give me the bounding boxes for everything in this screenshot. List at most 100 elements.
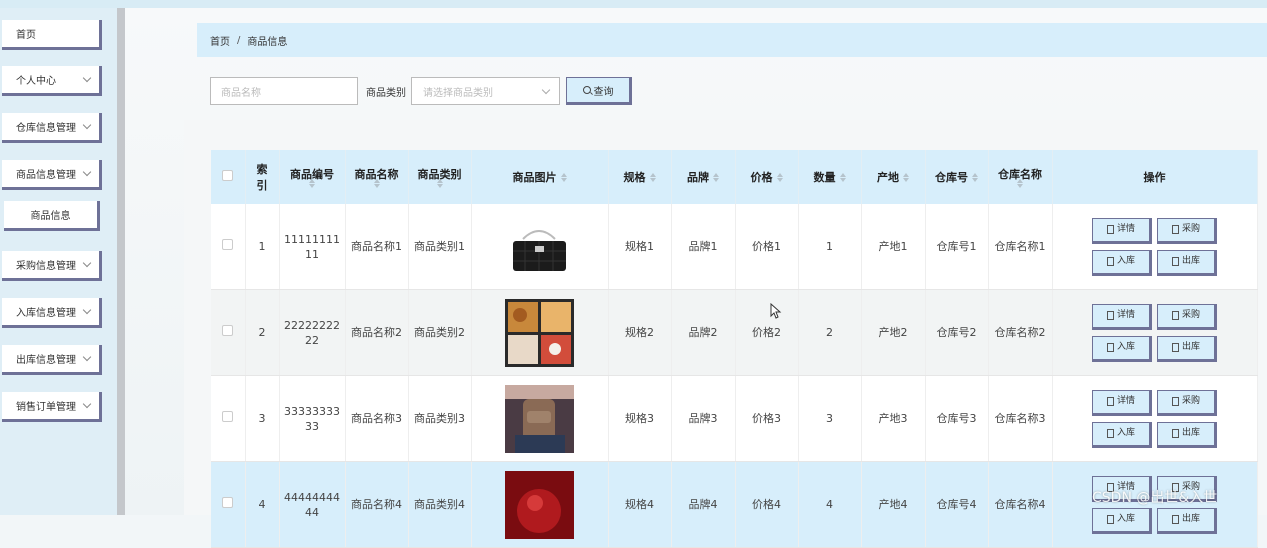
- sidebar: 首页个人中心仓库信息管理 商品信息管理商品信息采购信息管理入库信息管理 出库信息管理…: [0, 8, 117, 515]
- product-image[interactable]: [505, 298, 574, 367]
- product-price: 价格1: [735, 204, 799, 290]
- product-origin: 产地3: [861, 375, 926, 462]
- document-icon: [1171, 429, 1179, 438]
- header-spec-label: 规格: [623, 171, 646, 184]
- sidebar-item[interactable]: 出库信息管理: [2, 345, 102, 375]
- document-icon: [1106, 225, 1114, 234]
- sidebar-item[interactable]: 销售订单管理: [2, 392, 102, 422]
- category-select[interactable]: 请选择商品类别: [411, 77, 560, 105]
- query-button-label: 查询: [593, 86, 614, 98]
- header-qty[interactable]: 数量: [798, 150, 862, 204]
- header-image[interactable]: 商品图片: [471, 150, 609, 204]
- row-checkbox[interactable]: [222, 325, 234, 336]
- warehouse-name-value: 仓库名称1: [994, 240, 1046, 253]
- stock-out-button[interactable]: 出库: [1157, 335, 1217, 362]
- purchase-button[interactable]: 采购: [1157, 389, 1217, 416]
- row-index-value: 3: [258, 412, 266, 425]
- sidebar-item[interactable]: 采购信息管理: [2, 251, 102, 281]
- stock-in-button[interactable]: 入库: [1092, 421, 1152, 448]
- product-qty: 4: [798, 461, 862, 548]
- product-spec: 规格3: [608, 375, 672, 462]
- stock-out-button[interactable]: 出库: [1157, 421, 1217, 448]
- breadcrumb-home[interactable]: 首页: [210, 33, 230, 48]
- detail-button[interactable]: 详情: [1092, 217, 1152, 244]
- sort-icon[interactable]: [649, 173, 656, 182]
- row-select-cell[interactable]: [211, 375, 246, 462]
- purchase-button[interactable]: 采购: [1157, 217, 1217, 244]
- product-qty: 2: [798, 289, 862, 376]
- product-code: 3333333333: [279, 375, 346, 462]
- sidebar-item[interactable]: 入库信息管理: [2, 298, 102, 328]
- query-button[interactable]: 查询: [566, 77, 632, 105]
- sidebar-item-label: 商品信息: [30, 211, 71, 222]
- header-code[interactable]: 商品编号: [279, 150, 346, 204]
- header-warehouse-name[interactable]: 仓库名称: [988, 150, 1053, 204]
- row-checkbox[interactable]: [222, 239, 234, 250]
- row-actions: 详情 采购 入库 出库: [1052, 204, 1258, 290]
- detail-button[interactable]: 详情: [1092, 303, 1152, 330]
- header-ops-label: 操作: [1143, 171, 1166, 184]
- sidebar-item-label: 采购信息管理: [16, 261, 76, 272]
- detail-button[interactable]: 详情: [1092, 389, 1152, 416]
- table-row[interactable]: 2 2222222222 商品名称2 商品类别2 规格2 品牌2 价格2 2 产地2 仓库号2 仓库…: [211, 289, 1258, 376]
- product-name: 商品名称4: [345, 461, 409, 548]
- sidebar-item[interactable]: 商品信息管理: [2, 160, 102, 190]
- header-spec[interactable]: 规格: [608, 150, 672, 204]
- select-all-header[interactable]: [211, 150, 246, 204]
- stock-in-button[interactable]: 入库: [1092, 335, 1152, 362]
- stock-in-button[interactable]: 入库: [1092, 249, 1152, 276]
- header-warehouse-no[interactable]: 仓库号: [925, 150, 989, 204]
- sidebar-item[interactable]: 仓库信息管理: [2, 113, 102, 143]
- sort-icon[interactable]: [776, 173, 783, 182]
- row-checkbox[interactable]: [222, 497, 234, 508]
- row-select-cell[interactable]: [211, 204, 246, 290]
- row-checkbox[interactable]: [222, 411, 234, 422]
- header-origin-label: 产地: [877, 171, 899, 184]
- sort-icon[interactable]: [560, 173, 567, 182]
- stock-out-button-label: 出库: [1181, 514, 1200, 524]
- table-row[interactable]: 1 1111111111 商品名称1 商品类别1 规格1 品牌1 价格1 1 产地1 仓库号1 仓库…: [211, 204, 1258, 290]
- sort-icon[interactable]: [839, 173, 846, 182]
- sort-icon[interactable]: [903, 173, 909, 182]
- header-brand[interactable]: 品牌: [671, 150, 736, 204]
- stock-out-button-label: 出库: [1181, 342, 1200, 352]
- product-category: 商品类别2: [408, 289, 472, 376]
- stock-out-button[interactable]: 出库: [1157, 507, 1217, 534]
- warehouse-no: 仓库号3: [925, 375, 989, 462]
- sort-icon[interactable]: [373, 179, 380, 188]
- document-icon: [1171, 343, 1179, 352]
- warehouse-name-value: 仓库名称3: [994, 412, 1046, 425]
- product-image[interactable]: [505, 384, 574, 453]
- product-name-search-input[interactable]: 商品名称: [210, 77, 358, 105]
- product-qty-value: 2: [826, 326, 833, 339]
- product-category: 商品类别1: [408, 204, 472, 290]
- stock-out-button[interactable]: 出库: [1157, 249, 1217, 276]
- select-all-checkbox[interactable]: [222, 170, 234, 181]
- product-image[interactable]: [505, 470, 574, 539]
- chevron-down-icon: [82, 120, 92, 130]
- sort-icon[interactable]: [309, 179, 315, 188]
- sort-icon[interactable]: [436, 179, 443, 188]
- product-name: 商品名称3: [345, 375, 409, 462]
- table-row[interactable]: 3 3333333333 商品名称3 商品类别3 规格3 品牌3 价格3 3 产地3 仓库号3 仓库…: [211, 375, 1258, 462]
- sidebar-item[interactable]: 首页: [2, 20, 102, 50]
- sidebar-subitem[interactable]: 商品信息: [4, 201, 100, 231]
- stock-in-button[interactable]: 入库: [1092, 507, 1152, 534]
- header-origin[interactable]: 产地: [861, 150, 926, 204]
- sort-icon[interactable]: [1017, 179, 1023, 188]
- product-image[interactable]: [505, 212, 574, 281]
- sidebar-scrollbar[interactable]: [117, 8, 125, 515]
- product-price-value: 价格1: [752, 240, 781, 253]
- warehouse-name: 仓库名称1: [988, 204, 1053, 290]
- product-spec-value: 规格2: [625, 326, 654, 339]
- header-name[interactable]: 商品名称: [345, 150, 409, 204]
- breadcrumb: 首页 / 商品信息: [197, 23, 1267, 57]
- header-category[interactable]: 商品类别: [408, 150, 472, 204]
- header-price[interactable]: 价格: [735, 150, 799, 204]
- purchase-button[interactable]: 采购: [1157, 303, 1217, 330]
- row-select-cell[interactable]: [211, 461, 246, 548]
- sort-icon[interactable]: [713, 173, 719, 182]
- sidebar-item[interactable]: 个人中心: [2, 66, 102, 96]
- sort-icon[interactable]: [972, 173, 978, 182]
- row-select-cell[interactable]: [211, 289, 246, 376]
